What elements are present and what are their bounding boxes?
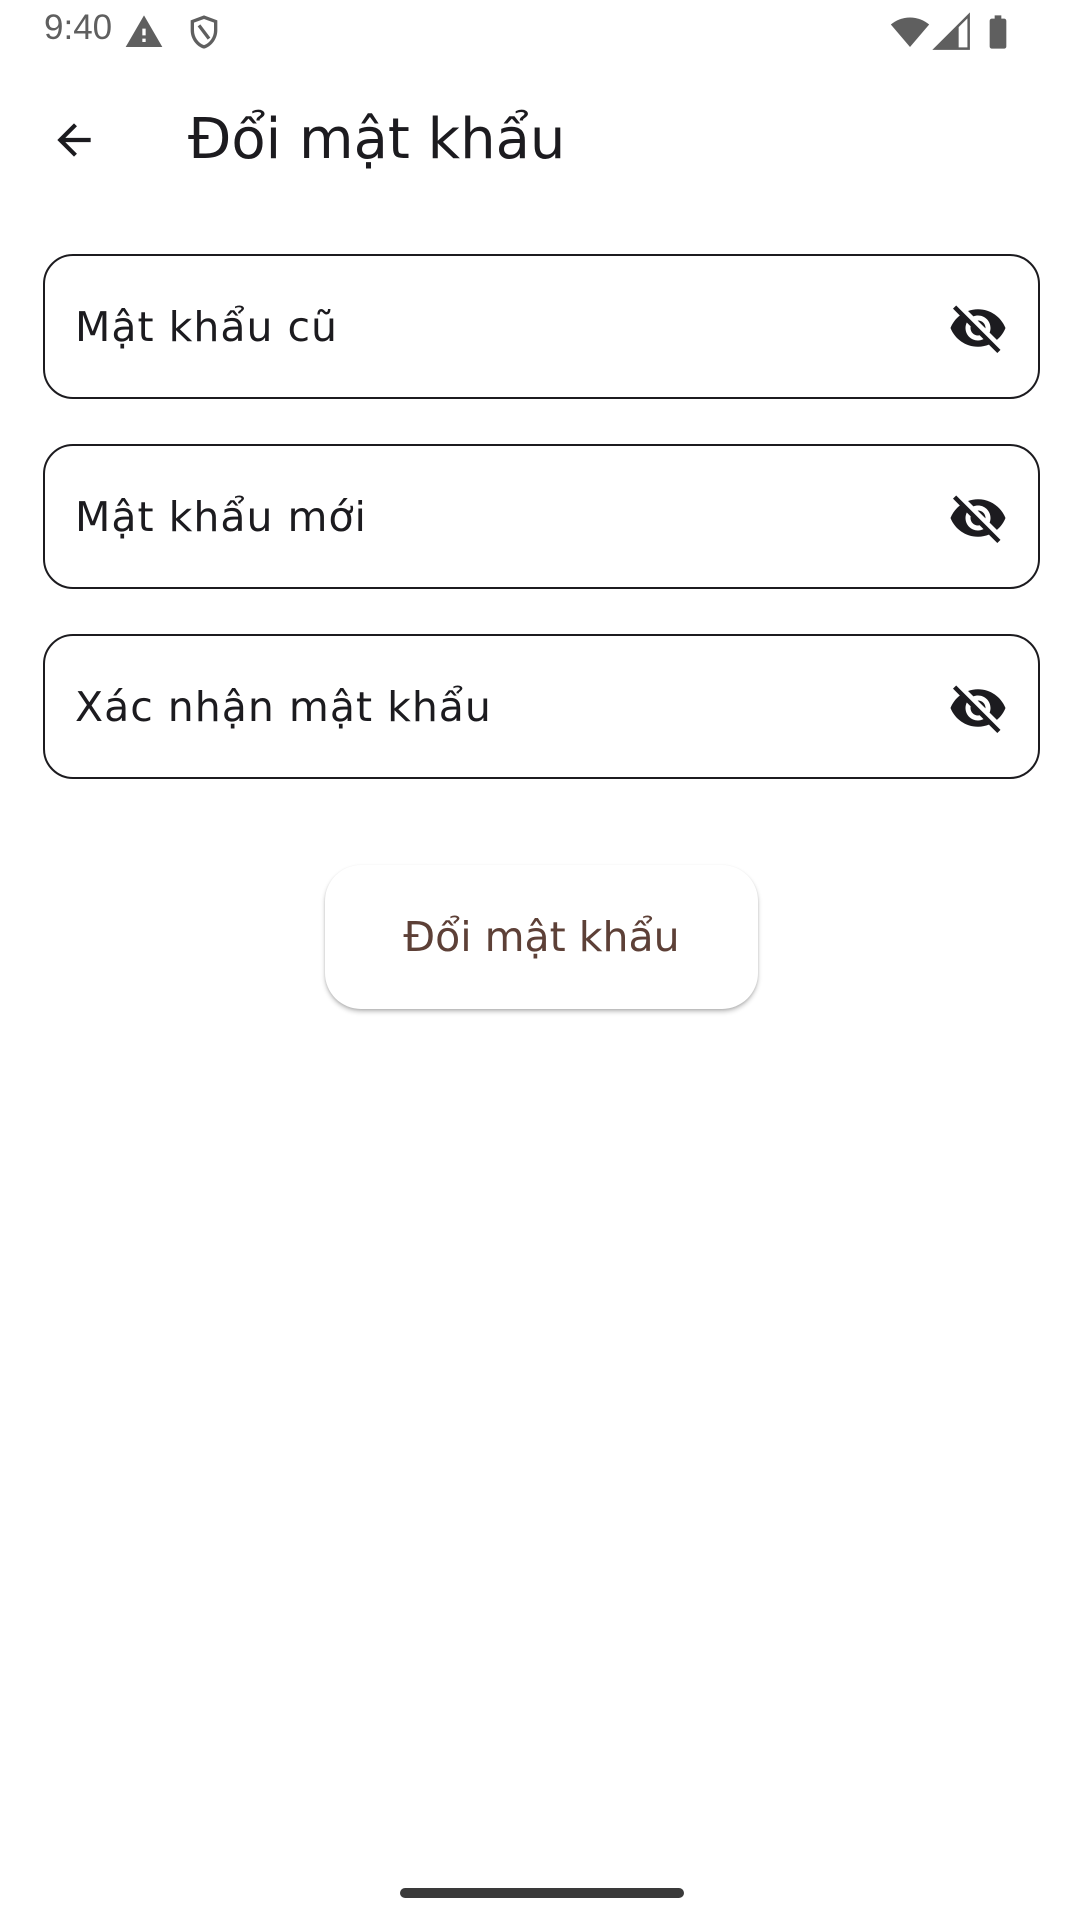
visibility-off-icon[interactable]: [948, 488, 1008, 548]
signal-icon: [932, 12, 972, 52]
status-time: 9:40: [44, 8, 113, 47]
wifi-icon: [890, 12, 930, 52]
confirm-password-field[interactable]: Xác nhận mật khẩu: [43, 634, 1040, 779]
back-button[interactable]: [34, 102, 114, 182]
visibility-off-icon[interactable]: [948, 678, 1008, 738]
arrow-back-icon: [49, 115, 99, 169]
battery-icon: [978, 12, 1018, 52]
confirm-password-label: Xác nhận mật khẩu: [75, 682, 492, 731]
new-password-label: Mật khẩu mới: [75, 492, 367, 541]
visibility-off-icon[interactable]: [948, 298, 1008, 358]
old-password-label: Mật khẩu cũ: [75, 302, 339, 351]
shield-icon: [184, 12, 224, 52]
home-indicator[interactable]: [400, 1888, 684, 1898]
warning-icon: [124, 12, 164, 52]
change-password-button[interactable]: Đổi mật khẩu: [325, 865, 758, 1009]
old-password-field[interactable]: Mật khẩu cũ: [43, 254, 1040, 399]
app-bar: Đổi mật khẩu: [0, 80, 1080, 190]
new-password-field[interactable]: Mật khẩu mới: [43, 444, 1040, 589]
change-password-label: Đổi mật khẩu: [403, 913, 680, 961]
page-title: Đổi mật khẩu: [188, 107, 566, 172]
status-bar: 9:40: [0, 0, 1080, 60]
